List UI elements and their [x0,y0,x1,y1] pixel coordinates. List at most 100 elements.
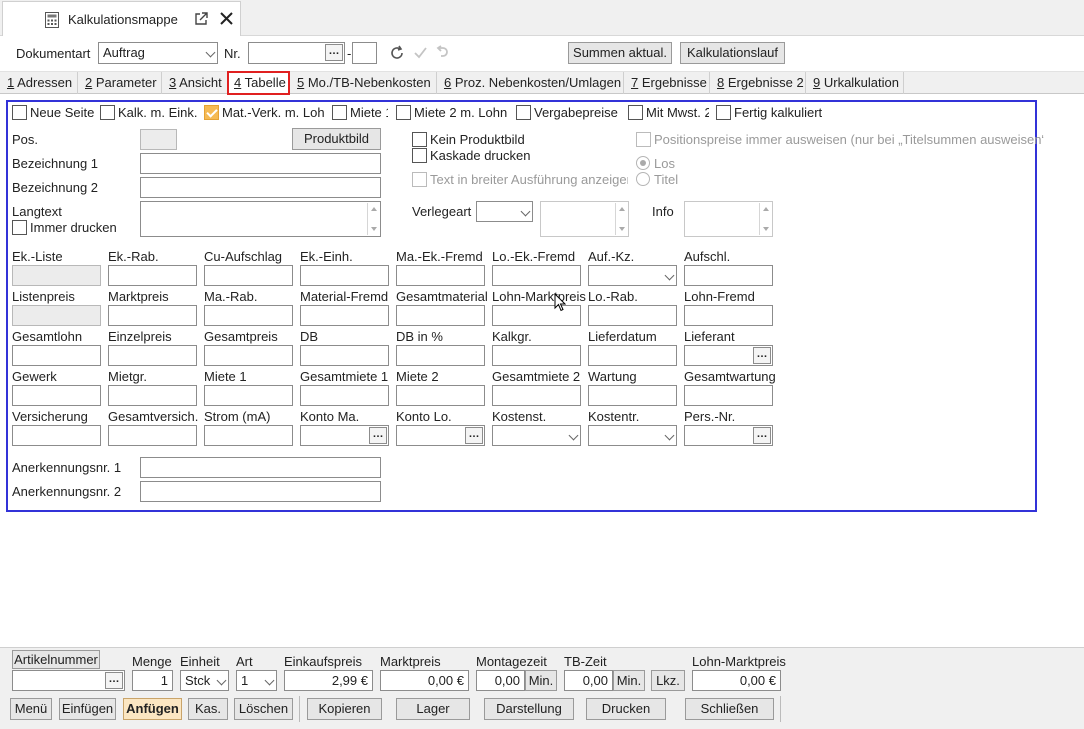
mietgr-input[interactable] [108,385,197,406]
close-button[interactable]: Schließen [685,698,774,720]
tb-min-button[interactable]: Min. [613,670,645,691]
display-button[interactable]: Darstellung [484,698,574,720]
check-icon[interactable] [413,46,428,60]
gesamtmiete-2-input[interactable] [492,385,581,406]
nr-input[interactable]: … [248,42,345,64]
tab-ansicht[interactable]: 3 Ansicht [162,72,228,94]
spinner-icon[interactable] [615,203,627,235]
gesamtmaterial-input[interactable] [396,305,485,326]
mat-verk-m-loh-checkbox[interactable] [204,105,219,120]
marktpreis-input[interactable] [108,305,197,326]
cascade-print-checkbox[interactable] [412,148,427,163]
tab-ergebnisse-2[interactable]: 8 Ergebnisse 2 [710,72,806,94]
kas-button[interactable]: Kas. [188,698,228,720]
pos-input[interactable] [140,129,177,150]
insert-button[interactable]: Einfügen [59,698,116,720]
cu-aufschlag-input[interactable] [204,265,293,286]
miete-1-input[interactable] [204,385,293,406]
gesamtmiete-1-input[interactable] [300,385,389,406]
konto-ma-input[interactable]: … [300,425,389,446]
tab-proz-nebenkosten[interactable]: 6 Proz. Nebenkosten/Umlagen [437,72,624,94]
strom-input[interactable] [204,425,293,446]
lieferdatum-input[interactable] [588,345,677,366]
miete-2-input[interactable] [396,385,485,406]
stock-button[interactable]: Lager [396,698,470,720]
qty-input[interactable]: 1 [132,670,173,691]
undo-icon[interactable] [435,45,449,61]
auf-kz-select[interactable] [588,265,677,286]
print-button[interactable]: Drucken [586,698,666,720]
db-percent-input[interactable] [396,345,485,366]
doc-type-select[interactable]: Auftrag [98,42,218,64]
market-price-input[interactable]: 0,00 € [380,670,469,691]
gewerk-input[interactable] [12,385,101,406]
ek-liste-input[interactable] [12,265,101,286]
position-prices-checkbox[interactable] [636,132,651,147]
einzelpreis-input[interactable] [108,345,197,366]
recognition-nr1-input[interactable] [140,457,381,478]
tab-parameter[interactable]: 2 Parameter [78,72,162,94]
ellipsis-icon[interactable]: … [465,427,483,444]
aufschl-input[interactable] [684,265,773,286]
miete-2-m-lohn-checkbox[interactable] [396,105,411,120]
delete-button[interactable]: Löschen [234,698,293,720]
tab-tabelle[interactable]: 4 Tabelle [227,71,290,95]
db-input[interactable] [300,345,389,366]
assembly-min-button[interactable]: Min. [525,670,557,691]
spinner-icon[interactable] [759,203,771,235]
spinner-icon[interactable] [367,203,379,235]
ek-einh-input[interactable] [300,265,389,286]
longtext-textarea[interactable] [140,201,381,237]
type-select[interactable]: 1 [236,670,277,691]
kalk-m-eink-checkbox[interactable] [100,105,115,120]
listenpreis-input[interactable] [12,305,101,326]
miete-1-checkbox[interactable] [332,105,347,120]
lohn-marktpreis-input[interactable] [492,305,581,326]
kalkgr-input[interactable] [492,345,581,366]
wartung-input[interactable] [588,385,677,406]
wide-text-checkbox[interactable] [412,172,427,187]
labor-market-price-input[interactable]: 0,00 € [692,670,781,691]
refresh-icon[interactable] [389,45,405,61]
fertig-kalkuliert-checkbox[interactable] [716,105,731,120]
gesamtpreis-input[interactable] [204,345,293,366]
konto-lo-input[interactable]: … [396,425,485,446]
lieferant-input[interactable]: … [684,345,773,366]
sum-update-button[interactable]: Summen aktual. [568,42,672,64]
verlegeart-select[interactable] [476,201,533,222]
ma-rab-input[interactable] [204,305,293,326]
lo-ek-fremd-input[interactable] [492,265,581,286]
tab-mo-tb-nebenkosten[interactable]: 5 Mo./TB-Nebenkosten [290,72,437,94]
lkz-button[interactable]: Lkz. [651,670,685,691]
article-number-button[interactable]: Artikelnummer [12,650,100,669]
vergabepreise-checkbox[interactable] [516,105,531,120]
gesamtlohn-input[interactable] [12,345,101,366]
unit-select[interactable]: Stck [180,670,229,691]
desc2-input[interactable] [140,177,381,198]
ma-ek-fremd-input[interactable] [396,265,485,286]
no-product-image-checkbox[interactable] [412,132,427,147]
article-number-input[interactable]: … [12,670,125,691]
tab-ergebnisse[interactable]: 7 Ergebnisse [624,72,710,94]
kostentr-select[interactable] [588,425,677,446]
verlegeart-text[interactable] [540,201,629,237]
document-tab[interactable]: Kalkulationsmappe [2,1,241,36]
tb-time-input[interactable]: 0,00 [564,670,613,691]
gesamtversich-input[interactable] [108,425,197,446]
copy-button[interactable]: Kopieren [307,698,382,720]
menu-button[interactable]: Menü [10,698,52,720]
product-image-button[interactable]: Produktbild [292,128,381,150]
kostenst-select[interactable] [492,425,581,446]
los-radio[interactable] [636,156,650,170]
pers-nr-input[interactable]: … [684,425,773,446]
always-print-checkbox[interactable] [12,220,27,235]
assembly-time-input[interactable]: 0,00 [476,670,525,691]
gesamtwartung-input[interactable] [684,385,773,406]
tab-urkalkulation[interactable]: 9 Urkalkulation [806,72,904,94]
lo-rab-input[interactable] [588,305,677,326]
ek-rab-input[interactable] [108,265,197,286]
recognition-nr2-input[interactable] [140,481,381,502]
versicherung-input[interactable] [12,425,101,446]
desc1-input[interactable] [140,153,381,174]
material-fremd-input[interactable] [300,305,389,326]
